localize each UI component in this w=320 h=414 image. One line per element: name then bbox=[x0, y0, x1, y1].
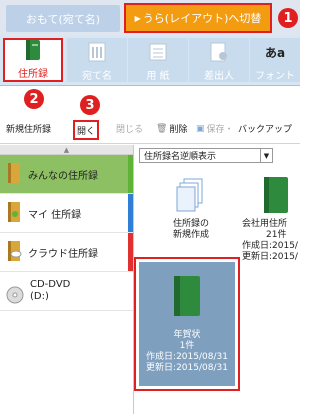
delete-label: 削除 bbox=[169, 125, 188, 135]
new-card-line1: 住所録の bbox=[172, 219, 209, 229]
ribbon-sender-label: 差出人 bbox=[204, 71, 234, 82]
status-bar bbox=[128, 194, 133, 232]
disc-icon bbox=[6, 274, 24, 308]
ribbon-address-label-button[interactable]: 宛て名 bbox=[67, 38, 127, 82]
status-bar bbox=[128, 155, 133, 193]
selected-card-updated: 更新日:2015/08/31 bbox=[146, 363, 228, 373]
new-address-book-card[interactable]: 住所録の 新規作成 bbox=[156, 177, 226, 241]
toolbar: 新規住所録 開く 閉じる 🗑 削除 ▣ 保存・ バックアップ bbox=[0, 116, 300, 144]
sidebar-item-shared[interactable]: みんなの住所録 bbox=[0, 155, 133, 194]
ribbon-address-label-label: 宛て名 bbox=[82, 71, 112, 82]
close-button[interactable]: 閉じる bbox=[116, 122, 143, 135]
sort-order-select[interactable]: 住所録名逆順表示 ▼ bbox=[139, 148, 273, 163]
callout-3-badge: 3 bbox=[80, 95, 100, 115]
sender-icon bbox=[208, 40, 230, 64]
address-label-icon bbox=[86, 40, 108, 64]
new-document-icon bbox=[176, 177, 206, 219]
chevron-down-icon: ▼ bbox=[260, 149, 272, 162]
ribbon-address-book-button[interactable]: 住所録 bbox=[3, 38, 63, 82]
selected-card-title: 年賀状 bbox=[173, 330, 201, 340]
tab-front-address[interactable]: おもて(宛て名) bbox=[6, 5, 120, 32]
tab-front-label: おもて(宛て名) bbox=[25, 12, 101, 26]
ribbon-paper-label: 用 紙 bbox=[146, 71, 170, 82]
sidebar-item-cd-dvd[interactable]: CD-DVD (D:) bbox=[0, 272, 133, 311]
save-label: 保存・ bbox=[206, 125, 234, 135]
switch-to-back-layout-button[interactable]: ▶ うら(レイアウト)へ切替 bbox=[124, 3, 272, 33]
address-book-grid: 住所録名逆順表示 ▼ 住所録の 新規作成 会社用住所 21件 作成日:2015/… bbox=[134, 145, 300, 414]
view-tab-bar: おもて(宛て名) ▶ うら(レイアウト)へ切替 1 bbox=[0, 0, 300, 36]
open-button[interactable]: 開く bbox=[73, 120, 99, 140]
sidebar-item-label: クラウド住所録 bbox=[28, 248, 98, 260]
company-card-title: 会社用住所 bbox=[242, 219, 288, 229]
sidebar-item-label: CD-DVD (D:) bbox=[30, 279, 71, 302]
green-book-icon bbox=[262, 175, 300, 219]
shared-book-icon bbox=[6, 162, 22, 187]
new-address-book-button[interactable]: 新規住所録 bbox=[6, 122, 51, 135]
chevron-up-icon: ▲ bbox=[63, 145, 70, 154]
trash-icon: 🗑 bbox=[156, 123, 168, 134]
save-button[interactable]: ▣ 保存・ bbox=[196, 122, 234, 136]
address-book-icon bbox=[22, 38, 44, 62]
company-card-created: 作成日:2015/ bbox=[242, 241, 298, 251]
company-card-updated: 更新日:2015/ bbox=[242, 252, 298, 262]
scroll-up-button[interactable]: ▲ bbox=[0, 145, 133, 155]
sidebar-item-cloud[interactable]: クラウド住所録 bbox=[0, 233, 133, 272]
sidebar-item-label: マイ 住所録 bbox=[28, 209, 82, 221]
delete-button[interactable]: 🗑 削除 bbox=[156, 122, 188, 136]
ribbon-address-book-label: 住所録 bbox=[18, 69, 48, 80]
sidebar-item-my[interactable]: マイ 住所録 bbox=[0, 194, 133, 233]
paper-icon bbox=[147, 40, 169, 64]
switch-to-back-label: うら(レイアウト)へ切替 bbox=[142, 12, 262, 25]
ribbon-paper-button[interactable]: 用 紙 bbox=[128, 38, 188, 82]
callout-1-badge: 1 bbox=[278, 8, 298, 28]
save-icon: ▣ bbox=[196, 123, 205, 134]
play-arrow-icon: ▶ bbox=[134, 13, 141, 23]
nengajo-address-book-card[interactable]: 年賀状 1件 作成日:2015/08/31 更新日:2015/08/31 bbox=[139, 262, 235, 386]
backup-button[interactable]: バックアップ bbox=[238, 122, 292, 135]
selected-card-highlight: 年賀状 1件 作成日:2015/08/31 更新日:2015/08/31 bbox=[134, 257, 240, 391]
ribbon: 住所録 宛て名 用 紙 差出人 あa フォント bbox=[0, 36, 300, 86]
status-bar bbox=[128, 233, 133, 271]
selected-card-count: 1件 bbox=[179, 341, 195, 351]
sort-order-value: 住所録名逆順表示 bbox=[144, 152, 217, 162]
my-book-icon bbox=[6, 201, 22, 226]
cloud-book-icon bbox=[6, 240, 22, 265]
open-label: 開く bbox=[76, 126, 95, 137]
company-address-book-card[interactable]: 会社用住所 21件 作成日:2015/ 更新日:2015/ bbox=[242, 175, 300, 263]
new-card-line2: 新規作成 bbox=[172, 230, 209, 240]
green-book-icon bbox=[171, 274, 203, 322]
sidebar-item-label: みんなの住所録 bbox=[28, 170, 98, 182]
callout-2-badge: 2 bbox=[24, 89, 44, 109]
address-book-sidebar: ▲ みんなの住所録 マイ 住所録 クラウド住所録 CD-DVD (D:) bbox=[0, 145, 134, 414]
ribbon-sender-button[interactable]: 差出人 bbox=[189, 38, 249, 82]
company-card-count: 21件 bbox=[266, 230, 287, 240]
selected-card-created: 作成日:2015/08/31 bbox=[146, 352, 228, 362]
ribbon-font-button[interactable]: あa フォント bbox=[250, 38, 300, 82]
font-icon: あa bbox=[264, 45, 286, 60]
ribbon-font-label: フォント bbox=[255, 71, 295, 82]
